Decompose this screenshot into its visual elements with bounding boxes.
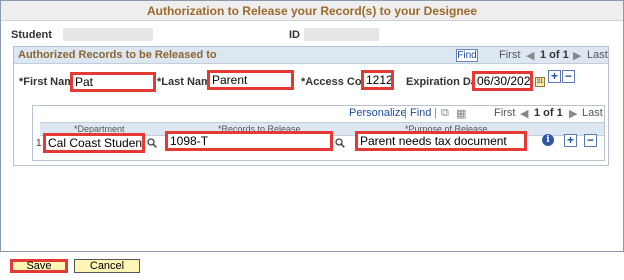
prev-arrow-icon[interactable]: ◀ [520,107,528,120]
access-code-input[interactable]: 1212 [361,70,394,90]
first-name-input[interactable]: Pat [70,72,156,92]
student-id-redacted [304,28,379,41]
find-link[interactable]: Find [410,107,431,119]
authorized-grid-title: Authorized Records to be Released to [18,49,217,61]
last-name-input[interactable]: Parent [207,70,294,90]
next-arrow-icon[interactable]: ▶ [573,49,581,62]
add-row-button[interactable]: + [548,70,561,83]
separator: | [434,107,437,119]
prev-arrow-icon[interactable]: ◀ [526,49,534,62]
first-link[interactable]: First [494,107,515,119]
department-lookup-icon[interactable] [147,138,157,148]
personalize-link[interactable]: Personalize [349,107,406,119]
row-range: 1 of 1 [534,107,563,119]
student-label: Student [11,29,52,41]
calendar-icon[interactable]: 31 [535,77,545,87]
records-grid-toolbar: Personalize | Find | ⧉ ▦ First ◀ 1 of 1 … [33,106,604,122]
main-frame: Authorization to Release your Record(s) … [0,0,624,252]
add-row-button[interactable]: + [564,134,577,147]
row-number: 1 [36,138,42,149]
delete-row-button[interactable]: − [562,70,575,83]
records-to-release-input[interactable]: 1098-T [165,131,333,151]
expiration-date-input[interactable]: 06/30/2024 [472,71,533,91]
department-input[interactable]: Cal Coast Student [43,133,145,153]
download-grid-icon[interactable]: ▦ [456,107,466,120]
find-button[interactable]: Find [456,49,478,62]
cancel-button[interactable]: Cancel [74,259,140,273]
save-button[interactable]: Save [10,259,68,273]
row-range: 1 of 1 [540,49,569,61]
first-link[interactable]: First [499,49,520,61]
purpose-of-release-input[interactable]: Parent needs tax document [355,131,527,151]
separator: | [404,107,407,119]
delete-row-button[interactable]: − [584,134,597,147]
last-link[interactable]: Last [587,49,608,61]
next-arrow-icon[interactable]: ▶ [569,107,577,120]
last-link[interactable]: Last [582,107,603,119]
records-lookup-icon[interactable] [335,138,345,148]
view-all-icon[interactable]: ⧉ [441,107,449,120]
authorized-grid-header: Authorized Records to be Released to Fin… [14,47,608,64]
page-title: Authorization to Release your Record(s) … [1,1,623,21]
id-label: ID [289,29,300,41]
student-name-redacted [63,28,153,41]
info-icon[interactable]: i [542,134,554,146]
